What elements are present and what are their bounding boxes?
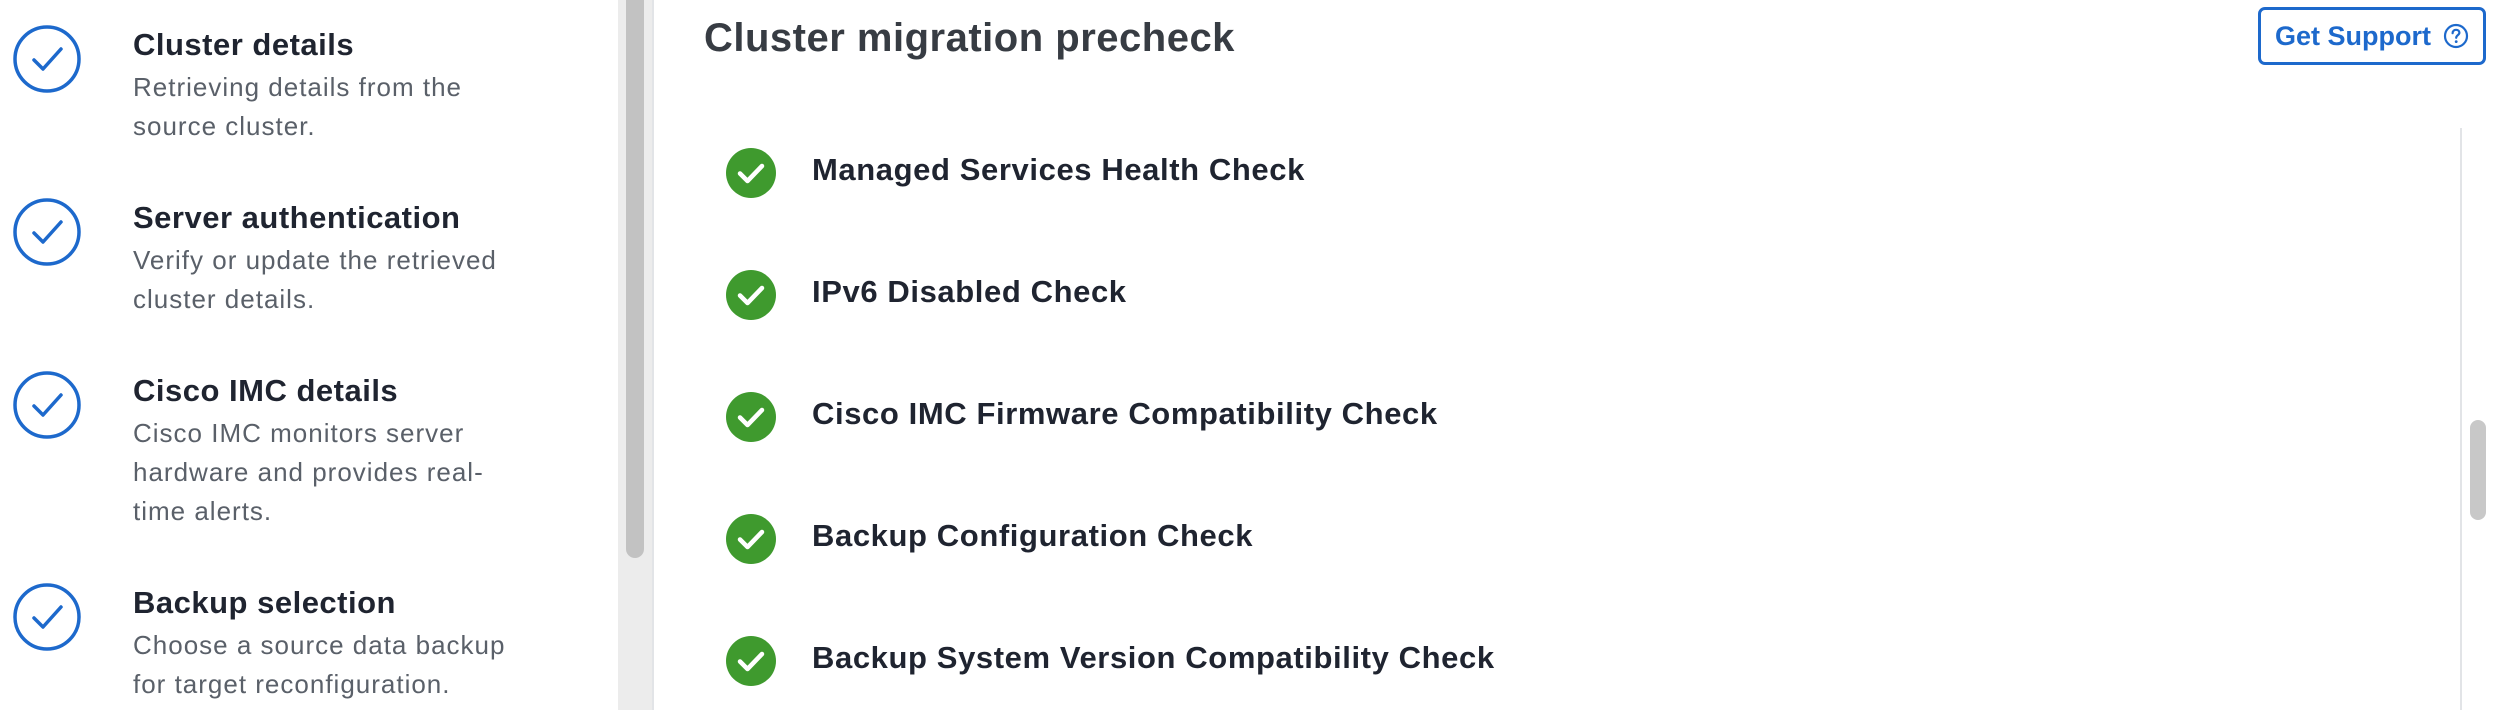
step-description-line: Cisco IMC monitors server	[133, 418, 465, 448]
page-title: Cluster migration precheck	[704, 16, 1235, 60]
step-description-line: time alerts.	[133, 496, 273, 526]
precheck-item-ipv6-disabled: IPv6 Disabled Check	[726, 270, 2326, 326]
step-description: Choose a source data backup for target r…	[133, 626, 563, 704]
step-description-line: cluster details.	[133, 284, 316, 314]
step-description-line: Choose a source data backup	[133, 630, 506, 660]
step-title: Backup selection	[133, 585, 396, 620]
precheck-item-label: Backup Configuration Check	[812, 518, 1254, 553]
success-check-icon	[726, 514, 776, 564]
precheck-item-cisco-imc-firmware: Cisco IMC Firmware Compatibility Check	[726, 392, 2326, 448]
precheck-item-backup-configuration: Backup Configuration Check	[726, 514, 2326, 570]
step-description-line: source cluster.	[133, 111, 316, 141]
step-title: Cluster details	[133, 27, 355, 62]
step-description-line: Retrieving details from the	[133, 72, 463, 102]
success-check-icon	[726, 270, 776, 320]
precheck-item-label: Managed Services Health Check	[812, 152, 1305, 187]
precheck-item-backup-system-version: Backup System Version Compatibility Chec…	[726, 636, 2326, 692]
step-description: Retrieving details from the source clust…	[133, 68, 563, 146]
step-description-line: hardware and provides real-	[133, 457, 484, 487]
check-circle-icon	[13, 371, 81, 439]
step-title: Cisco IMC details	[133, 373, 399, 408]
check-circle-icon	[13, 25, 81, 93]
precheck-item-label: IPv6 Disabled Check	[812, 274, 1127, 309]
check-circle-icon	[13, 198, 81, 266]
precheck-list: Managed Services Health Check IPv6 Disab…	[654, 128, 2462, 710]
sidebar-scrollbar-thumb[interactable]	[626, 0, 644, 558]
help-circle-icon	[2443, 23, 2469, 49]
success-check-icon	[726, 392, 776, 442]
step-description-line: for target reconfiguration.	[133, 669, 451, 699]
precheck-scrollbar-thumb[interactable]	[2470, 420, 2486, 520]
success-check-icon	[726, 148, 776, 198]
get-support-label: Get Support	[2275, 20, 2431, 51]
step-description-line: Verify or update the retrieved	[133, 245, 497, 275]
precheck-item-label: Cisco IMC Firmware Compatibility Check	[812, 396, 1438, 431]
step-description: Verify or update the retrieved cluster d…	[133, 241, 563, 319]
precheck-item-label: Backup System Version Compatibility Chec…	[812, 640, 1495, 675]
precheck-item-managed-services-health: Managed Services Health Check	[726, 148, 2326, 204]
step-description: Cisco IMC monitors server hardware and p…	[133, 414, 563, 531]
wizard-steps-panel: Cluster details Retrieving details from …	[0, 0, 618, 710]
step-title: Server authentication	[133, 200, 461, 235]
success-check-icon	[726, 636, 776, 686]
get-support-button[interactable]: Get Support	[2258, 7, 2486, 65]
precheck-panel: Cluster migration precheck Get Support M…	[654, 0, 2502, 710]
check-circle-icon	[13, 583, 81, 651]
